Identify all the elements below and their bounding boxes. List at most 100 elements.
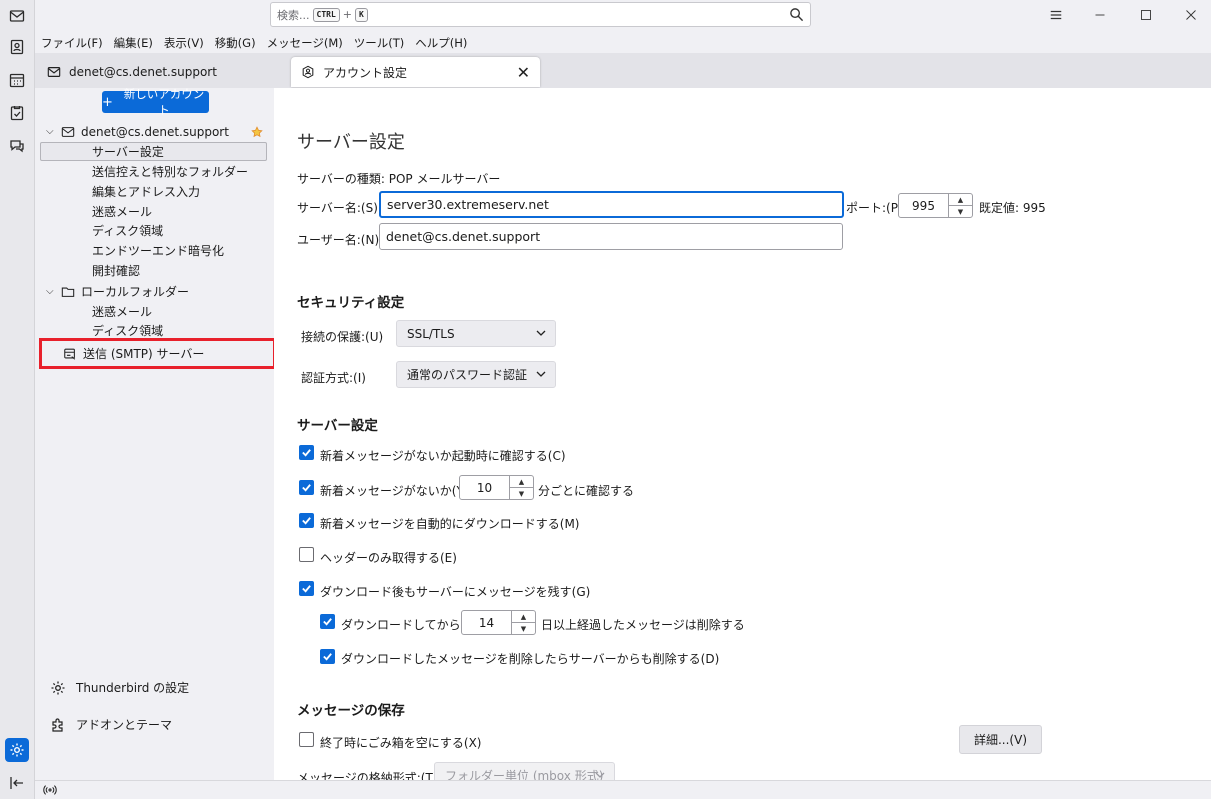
tree-smtp-label: 送信 (SMTP) サーバー	[83, 347, 205, 361]
details-button[interactable]: 詳細...(V)	[959, 725, 1042, 754]
connection-security-select[interactable]: SSL/TLS	[396, 320, 556, 347]
server-type-text: サーバーの種類: POP メールサーバー	[297, 172, 501, 186]
chat-icon[interactable]	[5, 134, 29, 158]
tree-item-junk[interactable]: 迷惑メール	[92, 202, 152, 221]
search-icon[interactable]	[789, 7, 804, 22]
connection-security-label: 接続の保護:(U)	[301, 330, 384, 344]
tree-item-disk-space[interactable]: ディスク領域	[92, 221, 163, 240]
mail-account-icon	[61, 126, 75, 137]
spin-up-icon[interactable]: ▲	[510, 476, 533, 488]
check-every-label[interactable]: 新着メッセージがないか(Y)	[320, 482, 468, 499]
spin-up-icon[interactable]: ▲	[512, 611, 535, 623]
menu-help[interactable]: ヘルプ(H)	[415, 35, 467, 51]
maximize-icon[interactable]	[1135, 4, 1157, 26]
menu-message[interactable]: メッセージ(M)	[267, 35, 343, 51]
delete-days-spinner[interactable]: 14 ▲ ▼	[461, 610, 536, 635]
chevron-down-icon	[595, 772, 605, 778]
spin-up-icon[interactable]: ▲	[949, 194, 972, 206]
store-type-select[interactable]: フォルダー単位 (mbox 形式)	[434, 762, 615, 780]
tree-account-label: denet@cs.denet.support	[81, 124, 229, 139]
tree-item-label: 開封確認	[92, 264, 141, 278]
port-spinner[interactable]: 995 ▲ ▼	[898, 193, 973, 218]
thunderbird-settings-link[interactable]: Thunderbird の設定	[50, 679, 189, 696]
headers-only-checkbox[interactable]	[299, 547, 314, 562]
tasks-icon[interactable]	[5, 101, 29, 125]
address-book-icon[interactable]	[5, 35, 29, 59]
delete-when-deleted-label[interactable]: ダウンロードしたメッセージを削除したらサーバーからも削除する(D)	[341, 650, 719, 667]
security-heading: セキュリティ設定	[297, 295, 405, 311]
tree-item-copies-folders[interactable]: 送信控えと特別なフォルダー	[92, 162, 248, 181]
chevron-down-icon[interactable]: ⌵	[46, 126, 58, 137]
tree-local-folders[interactable]: ⌵ ローカルフォルダー	[35, 282, 189, 301]
outgoing-server-icon	[64, 348, 76, 360]
delete-after-checkbox[interactable]	[320, 614, 335, 629]
app-menu-icon[interactable]	[1045, 4, 1067, 26]
check-interval-spinner[interactable]: 10 ▲ ▼	[459, 475, 534, 500]
server-settings-heading: サーバー設定	[297, 418, 378, 434]
star-icon	[251, 125, 263, 137]
tree-item-e2e[interactable]: エンドツーエンド暗号化	[92, 241, 224, 260]
tree-local-junk[interactable]: 迷惑メール	[92, 302, 152, 321]
checkmark-icon	[302, 517, 311, 525]
chevron-down-icon[interactable]: ⌵	[46, 286, 58, 297]
account-tree-sidebar: + 新しいアカウント ⌵ denet@cs.denet.support サーバー…	[35, 87, 276, 780]
auto-download-checkbox[interactable]	[299, 513, 314, 528]
menu-file[interactable]: ファイル(F)	[41, 35, 103, 51]
tab-close-icon[interactable]: ✕	[517, 63, 530, 82]
menu-tools[interactable]: ツール(T)	[354, 35, 405, 51]
auto-download-label[interactable]: 新着メッセージを自動的にダウンロードする(M)	[320, 515, 579, 532]
title-bar: 検索... CTRL + K	[35, 0, 1211, 32]
spin-down-icon[interactable]: ▼	[510, 488, 533, 499]
server-name-value: server30.extremeserv.net	[387, 197, 549, 212]
tree-item-label: サーバー設定	[92, 145, 164, 159]
check-startup-checkbox[interactable]	[299, 445, 314, 460]
new-account-button[interactable]: + 新しいアカウント	[102, 87, 209, 117]
empty-trash-label[interactable]: 終了時にごみ箱を空にする(X)	[320, 734, 481, 751]
check-startup-label[interactable]: 新着メッセージがないか起動時に確認する(C)	[320, 447, 566, 464]
details-button-label: 詳細...(V)	[973, 733, 1028, 747]
tree-item-receipts[interactable]: 開封確認	[92, 261, 140, 280]
mail-icon[interactable]	[5, 4, 29, 28]
delete-after-label[interactable]: ダウンロードしてから(O)	[341, 616, 479, 633]
tab-mail[interactable]: denet@cs.denet.support	[47, 57, 217, 87]
close-icon[interactable]	[1180, 4, 1202, 26]
spaces-toolbar	[0, 0, 35, 799]
username-input[interactable]: denet@cs.denet.support	[379, 223, 843, 250]
spin-down-icon[interactable]: ▼	[512, 623, 535, 634]
menu-go[interactable]: 移動(G)	[215, 35, 256, 51]
tree-item-composition[interactable]: 編集とアドレス入力	[92, 182, 200, 201]
search-input[interactable]: 検索... CTRL + K	[270, 2, 811, 27]
spin-down-icon[interactable]: ▼	[949, 206, 972, 217]
menu-view[interactable]: 表示(V)	[164, 35, 204, 51]
tab-account-settings[interactable]: アカウント設定 ✕	[291, 57, 540, 87]
tree-account[interactable]: ⌵ denet@cs.denet.support	[35, 122, 263, 141]
server-name-input[interactable]: server30.extremeserv.net	[379, 191, 844, 218]
store-type-label: メッセージの格納形式:(T)	[297, 771, 438, 780]
chevron-down-icon	[536, 330, 546, 336]
collapse-icon[interactable]	[5, 771, 29, 795]
addons-link[interactable]: アドオンとテーマ	[50, 716, 172, 733]
tree-smtp-server[interactable]: 送信 (SMTP) サーバー	[60, 344, 204, 363]
settings-icon[interactable]	[5, 738, 29, 762]
storage-heading: メッセージの保存	[297, 703, 405, 719]
calendar-icon[interactable]	[5, 68, 29, 92]
tree-item-label: エンドツーエンド暗号化	[92, 244, 225, 258]
delete-when-deleted-checkbox[interactable]	[320, 649, 335, 664]
leave-on-server-label[interactable]: ダウンロード後もサーバーにメッセージを残す(G)	[320, 583, 590, 600]
account-settings-icon	[302, 65, 314, 79]
gear-icon	[51, 681, 65, 694]
menu-edit[interactable]: 編集(E)	[114, 35, 153, 51]
auth-method-select[interactable]: 通常のパスワード認証	[396, 361, 556, 388]
check-every-checkbox[interactable]	[299, 480, 314, 495]
leave-on-server-checkbox[interactable]	[299, 581, 314, 596]
minimize-icon[interactable]	[1089, 4, 1111, 26]
port-label: ポート:(P)	[846, 201, 903, 215]
port-value: 995	[912, 198, 935, 213]
chevron-down-icon	[536, 371, 546, 377]
empty-trash-checkbox[interactable]	[299, 732, 314, 747]
tree-item-server-settings[interactable]: サーバー設定	[92, 142, 164, 161]
menu-bar: ファイル(F) 編集(E) 表示(V) 移動(G) メッセージ(M) ツール(T…	[35, 32, 1211, 53]
checkmark-icon	[302, 484, 311, 492]
shortcut-key-k: K	[354, 7, 368, 22]
headers-only-label[interactable]: ヘッダーのみ取得する(E)	[320, 549, 457, 566]
